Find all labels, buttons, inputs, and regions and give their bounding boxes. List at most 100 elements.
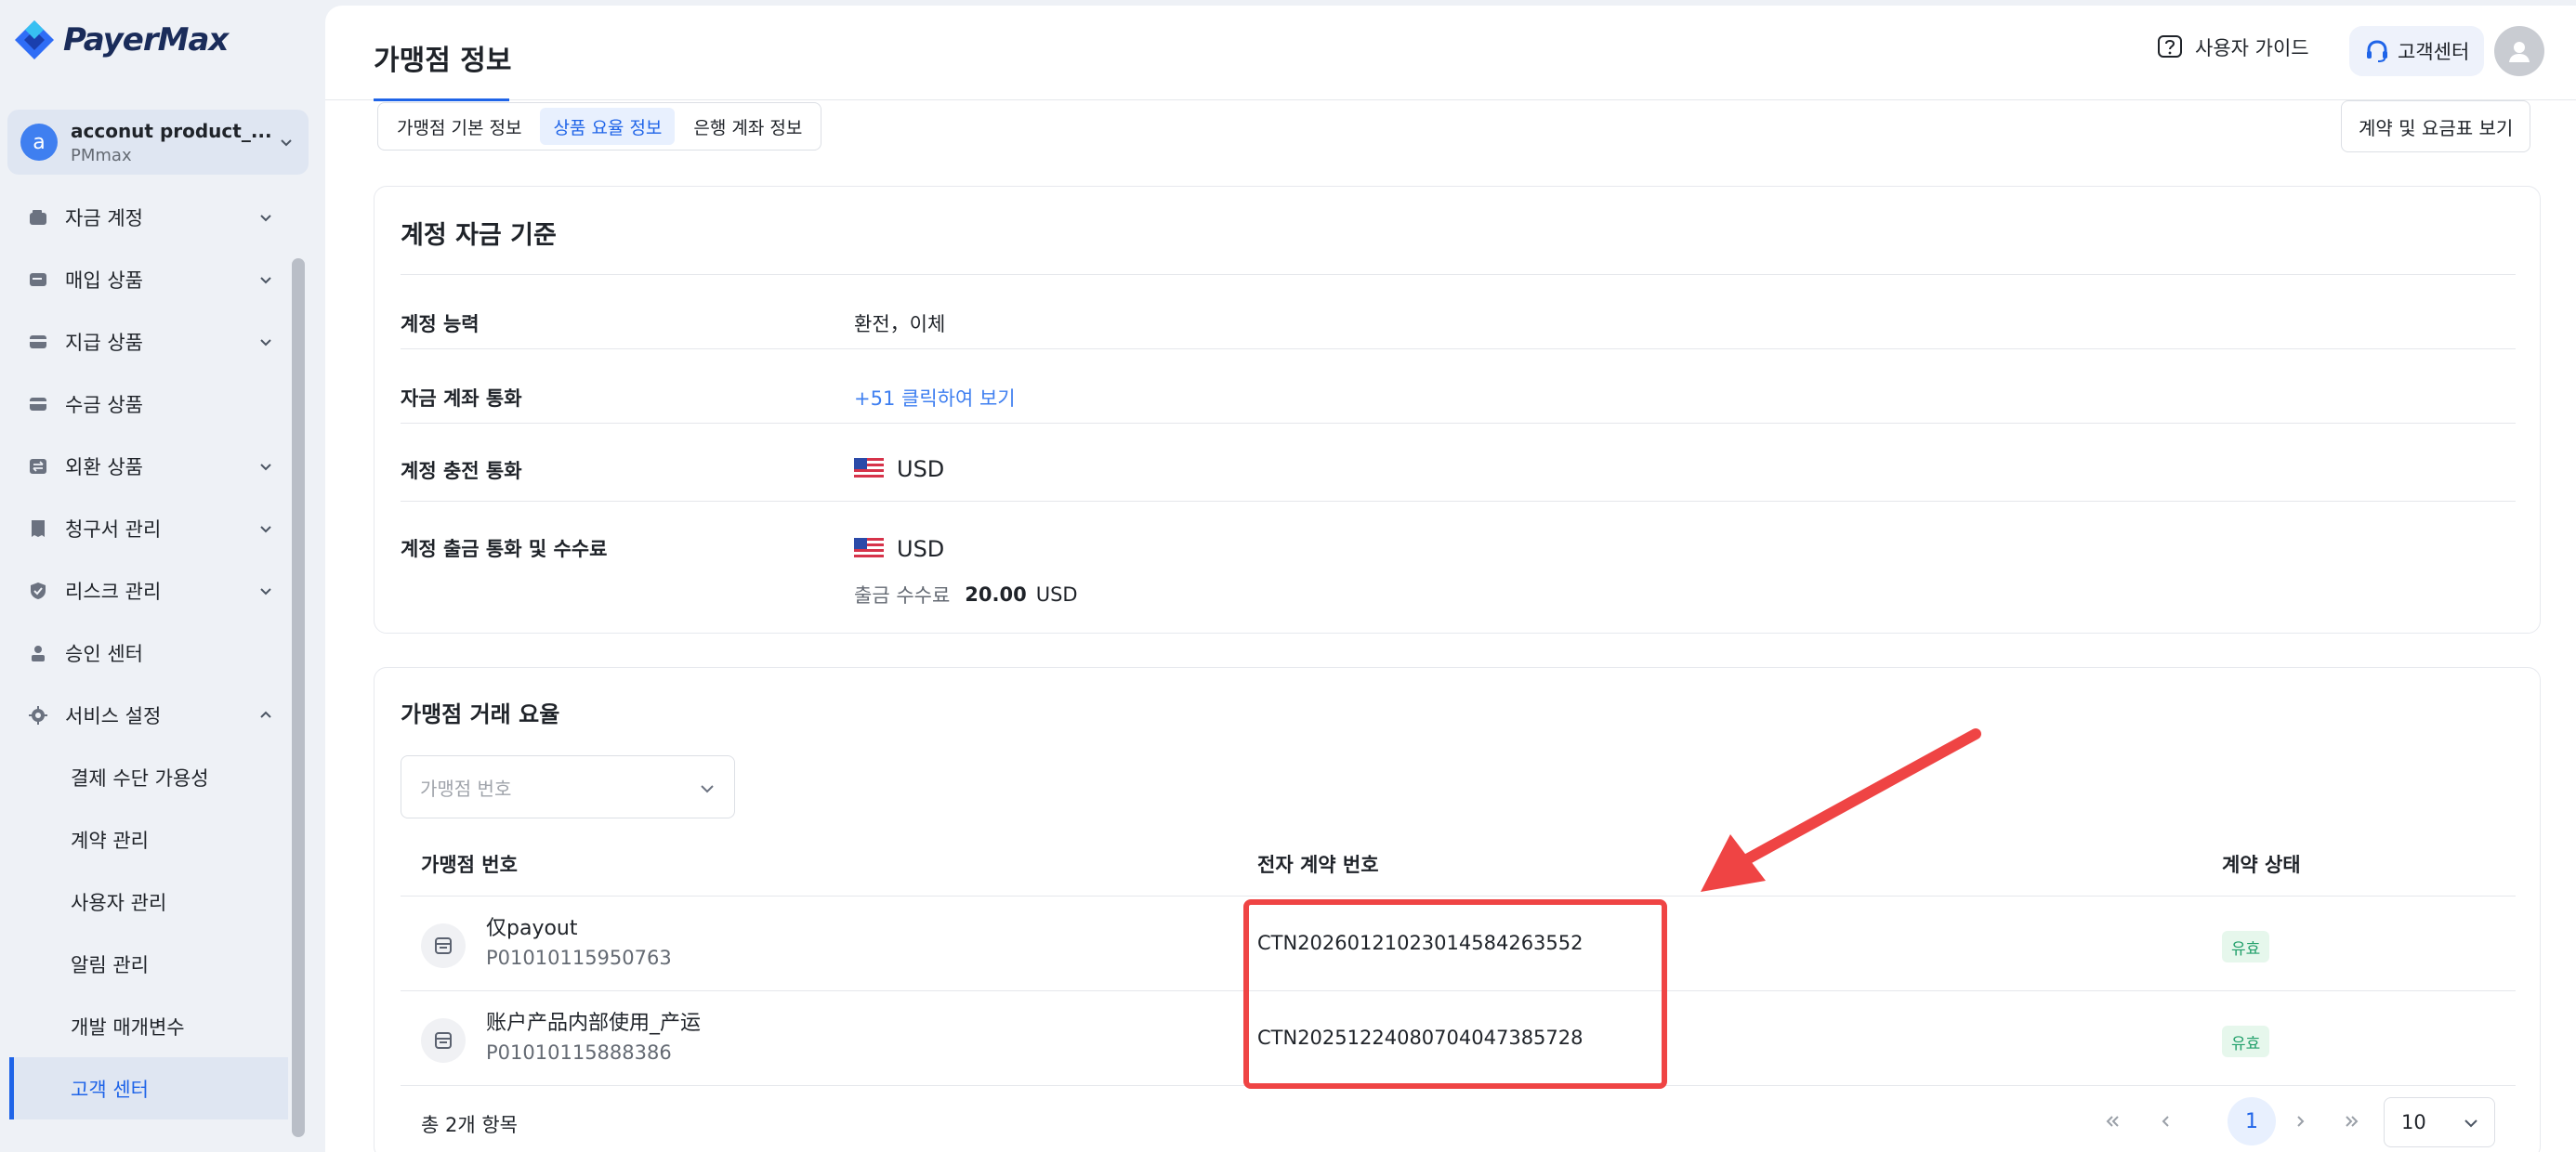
chevron-down-icon [260,588,271,596]
chevron-right-icon [2297,1116,2305,1127]
divider [401,274,2516,275]
chevron-down-icon [281,139,292,147]
chevron-left-icon [2162,1116,2169,1127]
account-capability-value: 환전，이체 [854,313,946,335]
sidebar-item-label: 매입 상품 [65,268,143,292]
row-label-fund-currency: 자금 계좌 통화 [401,387,522,410]
sidebar-item-fx[interactable]: 외환 상품 [9,435,288,497]
logo[interactable]: PayerMax [13,19,229,61]
customer-center-button[interactable]: 고객센터 [2349,26,2485,76]
sidebar-item-label: 수금 상품 [65,393,143,416]
chevron-up-icon [260,711,271,718]
brand-name: PayerMax [63,21,229,59]
row-label-topup-currency: 계정 충전 통화 [401,460,522,482]
us-flag-icon [854,458,884,480]
account-switcher[interactable]: a acconut product_... PMmax [7,110,309,175]
sidebar-item-label: 외환 상품 [65,455,143,478]
page-button-current[interactable]: 1 [2228,1097,2276,1145]
sidebar-item-approval[interactable]: 승인 센터 [9,622,288,684]
fund-currency-link[interactable]: +51 클릭하여 보기 [854,384,1016,412]
sidebar-item-collection[interactable]: 수금 상품 [9,373,288,435]
account-funds-card: 계정 자금 기준 계정 능력 환전，이체 자금 계좌 통화 +51 클릭하여 보… [374,186,2541,634]
sidebar-item-risk[interactable]: 리스크 관리 [9,559,288,622]
account-avatar: a [20,124,58,161]
chevron-down-icon [2464,1119,2477,1128]
chevron-down-icon [260,277,271,284]
card-icon [26,268,50,292]
gear-icon [26,703,50,727]
shield-icon [26,579,50,603]
sidebar-item-invoice[interactable]: 청구서 관리 [9,497,288,559]
merchant-rates-title: 가맹점 거래 요율 [401,701,560,727]
sidebar-scrollbar[interactable] [292,258,305,1137]
page-size-value: 10 [2401,1111,2426,1133]
sidebar-subitem-notification-management[interactable]: 알림 관리 [9,933,288,995]
wallet-icon [26,205,50,229]
payermax-logo-icon [15,20,54,59]
account-name: acconut product_... [71,119,272,142]
tab-basic-info[interactable]: 가맹점 기본 정보 [384,108,534,145]
sidebar-menu: 자금 계정 매입 상품 지급 상품 수금 상품 외환 상품 청구서 관리 리스크… [9,186,288,1119]
topup-currency-code: USD [897,456,945,482]
sidebar-subitem-payment-availability[interactable]: 결제 수단 가용성 [9,746,288,808]
collect-icon [26,392,50,416]
withdraw-fee-currency: USD [1035,583,1078,606]
sidebar: PayerMax a acconut product_... PMmax 자금 … [0,0,325,1152]
page-size-select[interactable]: 10 [2384,1097,2495,1147]
user-guide-label: 사용자 가이드 [2195,37,2309,59]
withdraw-currency-value: USD [854,536,944,562]
sidebar-subitem-dev-parameters[interactable]: 개발 매개변수 [9,995,288,1057]
divider [401,896,2516,897]
sidebar-subitem-user-management[interactable]: 사용자 관리 [9,871,288,933]
merchant-store-icon [421,923,466,968]
sidebar-item-service-settings[interactable]: 서비스 설정 [9,684,288,746]
chevron-down-icon [701,785,714,793]
first-page-button[interactable] [2094,1103,2131,1140]
chevron-down-icon [260,526,271,533]
tab-product-rates[interactable]: 상품 요율 정보 [540,108,676,145]
divider [401,348,2516,349]
divider [401,423,2516,424]
sidebar-item-funds-account[interactable]: 자금 계정 [9,186,288,248]
withdraw-fee-label: 출금 수수료 [854,584,951,607]
last-page-button[interactable] [2333,1103,2371,1140]
status-badge: 유효 [2222,1026,2270,1057]
sidebar-item-acquiring[interactable]: 매입 상품 [9,248,288,310]
topup-currency-value: USD [854,456,944,482]
total-count: 총 2개 항목 [421,1114,518,1136]
headset-icon [2367,40,2387,62]
customer-center-label: 고객센터 [2398,41,2470,63]
account-sub: PMmax [71,145,132,165]
merchant-name: 仅payout [486,917,578,940]
sidebar-item-label: 자금 계정 [65,206,143,229]
double-chevron-left-icon [2106,1116,2119,1127]
chevron-down-icon [260,464,271,471]
sidebar-subitem-contract-management[interactable]: 계약 관리 [9,808,288,871]
invoice-icon [26,517,50,541]
annotation-arrow-icon [1701,728,1981,892]
user-icon [2509,42,2530,62]
sidebar-item-label: 승인 센터 [65,642,143,665]
sidebar-subitem-customer-center[interactable]: 고객 센터 [9,1057,288,1119]
chevron-down-icon [260,215,271,222]
user-guide-link[interactable]: 사용자 가이드 [2156,33,2309,61]
merchant-id: P01010115888386 [486,1041,672,1064]
exchange-icon [26,454,50,478]
user-avatar[interactable] [2494,26,2544,76]
sidebar-item-label: 청구서 관리 [65,517,162,541]
view-contract-button[interactable]: 계약 및 요금표 보기 [2341,100,2531,152]
page-header: 가맹점 정보 사용자 가이드 고객센터 [325,6,2576,101]
annotation-highlight-box [1243,899,1667,1089]
approval-icon [26,641,50,665]
tab-bank-account[interactable]: 은행 계좌 정보 [680,108,815,145]
withdraw-fee: 출금 수수료 20.00 USD [854,581,1078,609]
sidebar-item-payout[interactable]: 지급 상품 [9,310,288,373]
column-header-contract-status: 계약 상태 [2222,854,2301,876]
page-title: 가맹점 정보 [374,45,512,77]
prev-page-button[interactable] [2148,1103,2185,1140]
next-page-button[interactable] [2281,1103,2319,1140]
tab-bar: 가맹점 기본 정보 상품 요율 정보 은행 계좌 정보 [377,102,822,151]
column-header-contract-number: 전자 계약 번호 [1257,854,1379,876]
merchant-number-select[interactable]: 가맹점 번호 [401,755,735,818]
divider [401,501,2516,502]
